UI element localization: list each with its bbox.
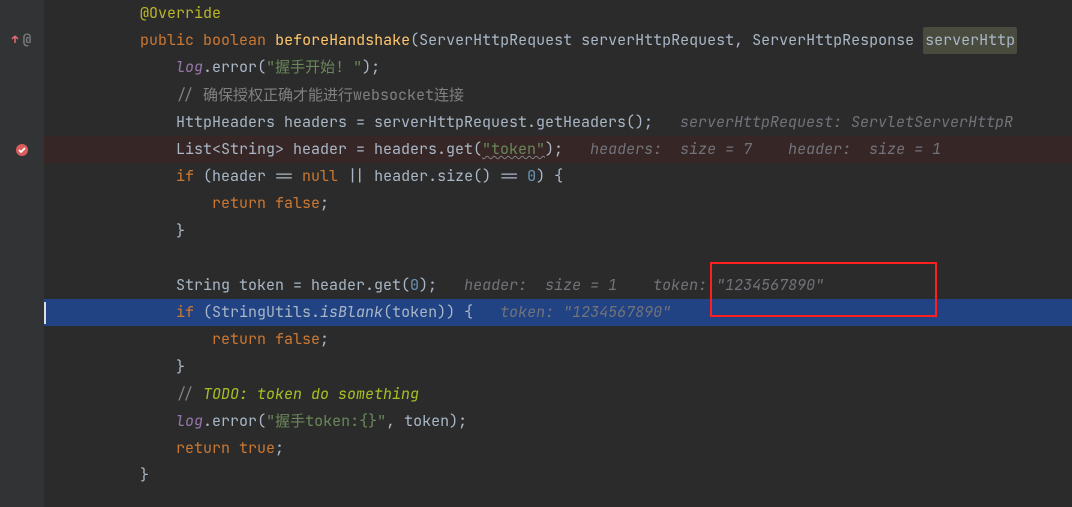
bool-literal: false	[275, 326, 320, 353]
keyword: return	[212, 326, 275, 353]
string-literal-warn: "token"	[482, 136, 545, 163]
keyword: boolean	[203, 27, 266, 54]
inline-hint: serverHttpRequest: ServletServerHttpR	[653, 109, 1013, 136]
code-line[interactable]: }	[44, 462, 1072, 489]
brace: }	[176, 354, 185, 381]
static-method-call: isBlank	[320, 299, 383, 326]
comment-slashes: //	[176, 381, 203, 408]
code-line[interactable]: return false;	[44, 326, 1072, 353]
breakpoint-icon[interactable]	[2, 136, 42, 163]
number-literal: 0	[527, 163, 536, 190]
inline-hint: header: size = 1 token: "1234567890"	[437, 272, 824, 299]
null-literal: null	[302, 163, 338, 190]
identifier-highlight: serverHttp	[923, 27, 1017, 54]
code-line[interactable]: if (StringUtils.isBlank(token)) { token:…	[44, 299, 1072, 326]
code-line[interactable]: // TODO: token do something	[44, 381, 1072, 408]
field-ref: log	[176, 408, 203, 435]
keyword: return	[176, 435, 239, 462]
bool-literal: false	[275, 190, 320, 217]
code-line[interactable]: @Override	[44, 0, 1072, 27]
code-editor[interactable]: @ ⊟ ⊟ ⌄ ⌄ ⊟ ⌄ ⌄ @Override public	[0, 0, 1072, 507]
comment: // 确保授权正确才能进行websocket连接	[176, 82, 464, 109]
keyword: if	[176, 299, 194, 326]
inline-hint: token: "1234567890"	[473, 299, 671, 326]
keyword: if	[176, 163, 194, 190]
annotation: @Override	[140, 0, 221, 27]
brace: }	[140, 462, 149, 489]
method-name: beforeHandshake	[275, 27, 410, 54]
keyword: return	[212, 190, 275, 217]
method-call: error	[212, 408, 257, 435]
code-line[interactable]: }	[44, 218, 1072, 245]
code-line[interactable]: if (header == null || header.size() == 0…	[44, 163, 1072, 190]
bool-literal: true	[239, 435, 275, 462]
number-literal: 0	[410, 272, 419, 299]
code-text: HttpHeaders headers = serverHttpRequest.…	[176, 109, 653, 136]
code-line[interactable]: return true;	[44, 435, 1072, 462]
code-line[interactable]: HttpHeaders headers = serverHttpRequest.…	[44, 109, 1072, 136]
code-line[interactable]: // 确保授权正确才能进行websocket连接	[44, 82, 1072, 109]
code-line[interactable]: List<String> header = headers.get("token…	[44, 136, 1072, 163]
keyword: public	[140, 27, 194, 54]
param-text: ServerHttpRequest serverHttpRequest	[419, 27, 734, 54]
code-line[interactable]: }	[44, 354, 1072, 381]
code-line[interactable]: public boolean beforeHandshake(ServerHtt…	[44, 27, 1072, 54]
code-line[interactable]	[44, 245, 1072, 272]
param-text: ServerHttpResponse	[752, 27, 914, 54]
inline-hint: headers: size = 7 header: size = 1	[563, 136, 941, 163]
code-text: List<String> header = headers.get(	[176, 136, 482, 163]
brace: }	[176, 218, 185, 245]
method-call: error	[212, 54, 257, 81]
todo-comment: TODO: token do something	[203, 381, 419, 408]
field-ref: log	[176, 54, 203, 81]
string-literal: "握手开始! "	[266, 54, 362, 81]
code-area[interactable]: @Override public boolean beforeHandshake…	[44, 0, 1072, 507]
code-line[interactable]: return false;	[44, 190, 1072, 217]
string-literal: "握手token:{}"	[266, 408, 386, 435]
code-text: String token = header.get(	[176, 272, 410, 299]
code-line[interactable]: log.error("握手token:{}", token);	[44, 408, 1072, 435]
gutter: @	[0, 0, 44, 507]
override-gutter-icon[interactable]: @	[0, 27, 40, 54]
code-line[interactable]: log.error("握手开始! ");	[44, 54, 1072, 81]
code-line[interactable]: String token = header.get(0); header: si…	[44, 272, 1072, 299]
